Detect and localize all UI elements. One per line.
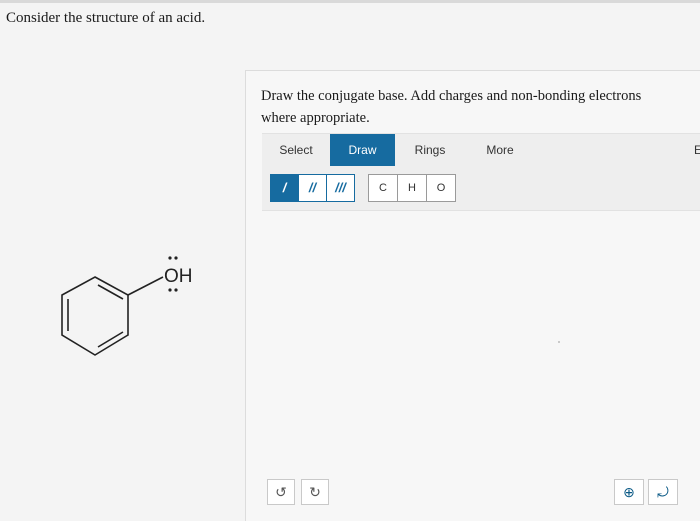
view-controls: ⊕ ⤾ xyxy=(614,479,682,505)
bond-tools: / // /// xyxy=(270,174,355,202)
tab-draw[interactable]: Draw xyxy=(330,134,395,166)
hydroxyl-label: OH xyxy=(164,266,193,287)
oxygen-atom-button[interactable]: O xyxy=(426,174,456,202)
zoom-in-icon[interactable]: ⊕ xyxy=(614,479,644,505)
history-controls: ↺ ↻ xyxy=(267,479,335,505)
drawing-panel: Draw the conjugate base. Add charges and… xyxy=(245,70,700,521)
double-bond-button[interactable]: // xyxy=(298,174,327,202)
c-o-bond xyxy=(127,276,164,296)
reset-view-icon[interactable]: ⤾ xyxy=(648,479,678,505)
tab-rings[interactable]: Rings xyxy=(395,134,465,166)
atom-tools: C H O xyxy=(368,174,456,202)
triple-bond-button[interactable]: /// xyxy=(326,174,355,202)
lone-pair-dot xyxy=(174,256,178,260)
lone-pair-dot xyxy=(168,256,172,260)
double-bond-line xyxy=(97,284,124,300)
prompt-text: Draw the conjugate base. Add charges and… xyxy=(261,88,642,126)
tab-select[interactable]: Select xyxy=(262,134,330,166)
top-divider xyxy=(0,0,700,3)
tab-more[interactable]: More xyxy=(465,134,535,166)
question-text: Consider the structure of an acid. xyxy=(6,10,206,26)
canvas-dot xyxy=(558,341,560,343)
benzene-ring xyxy=(61,276,129,356)
redo-icon[interactable]: ↻ xyxy=(301,479,329,505)
editor-toolbar: Select Draw Rings More Er / // /// C H O xyxy=(262,133,700,211)
lone-pair-dot xyxy=(168,288,172,292)
undo-icon[interactable]: ↺ xyxy=(267,479,295,505)
single-bond-button[interactable]: / xyxy=(270,174,299,202)
tab-erase[interactable]: Er xyxy=(680,134,700,166)
lone-pair-dot xyxy=(174,288,178,292)
carbon-atom-button[interactable]: C xyxy=(368,174,398,202)
hydrogen-atom-button[interactable]: H xyxy=(397,174,427,202)
phenol-structure: OH xyxy=(61,256,193,356)
